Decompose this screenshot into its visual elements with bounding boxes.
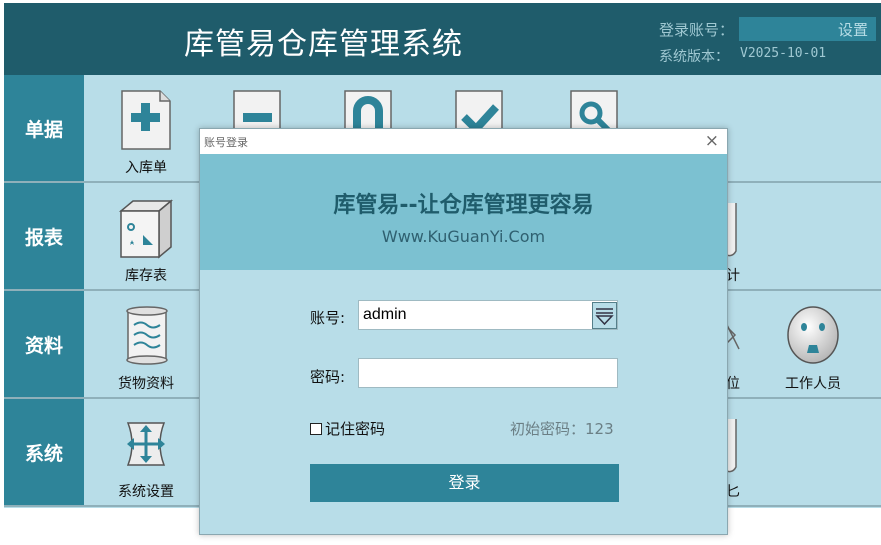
chevron-down-icon — [595, 308, 614, 326]
row-label-documents: 单据 — [4, 75, 84, 181]
tile-inventory-report[interactable]: 库存表 — [101, 187, 191, 287]
row-label-data: 资料 — [4, 291, 84, 397]
row-label-system: 系统 — [4, 399, 84, 505]
remember-password-checkbox[interactable]: 记住密码 — [310, 418, 385, 439]
tile-label: 入库单 — [125, 160, 167, 176]
remember-label: 记住密码 — [325, 420, 386, 438]
version-value: V2025-10-01 — [740, 46, 827, 61]
face-icon — [787, 306, 839, 364]
login-dialog: 账号登录 × 库管易--让仓库管理更容易 Www.KuGuanYi.Com 账号… — [199, 128, 728, 535]
initial-password-hint: 初始密码：123 — [510, 420, 614, 438]
tile-goods-data[interactable]: 货物资料 — [101, 295, 191, 395]
tile-label: 库存表 — [125, 268, 167, 284]
move-arrows-icon — [126, 422, 166, 466]
password-label: 密码: — [310, 368, 346, 386]
tile-staff[interactable]: 工作人员 — [768, 295, 858, 395]
app-window: 库管易仓库管理系统 登录账号： 设置 系统版本： V2025-10-01 单据 … — [0, 0, 881, 545]
close-icon[interactable]: × — [705, 131, 719, 151]
slogan: 库管易--让仓库管理更容易 — [333, 193, 594, 218]
version-label: 系统版本： — [659, 49, 729, 65]
tile-system-settings[interactable]: 系统设置 — [101, 403, 191, 503]
row-label-reports: 报表 — [4, 183, 84, 289]
password-input[interactable] — [358, 358, 618, 388]
scroll-icon — [126, 306, 168, 365]
dialog-title: 账号登录 — [204, 136, 248, 149]
app-title: 库管易仓库管理系统 — [184, 27, 463, 62]
account-label: 登录账号： — [659, 21, 735, 39]
settings-link[interactable]: 设置 — [838, 19, 868, 40]
plus-icon — [121, 90, 171, 150]
checkbox-square[interactable] — [310, 422, 322, 435]
account-label: 账号: — [310, 309, 346, 327]
account-input[interactable]: admin — [358, 300, 618, 330]
tile-label: 工作人员 — [785, 376, 841, 392]
tile-stock-in[interactable]: 入库单 — [101, 79, 191, 179]
tile-label: 货物资料 — [118, 376, 174, 392]
dialog-banner: 库管易--让仓库管理更容易 Www.KuGuanYi.Com — [200, 154, 727, 270]
login-button[interactable]: 登录 — [310, 464, 619, 502]
account-dropdown-button[interactable] — [592, 302, 617, 329]
account-field[interactable]: 设置 — [739, 17, 876, 41]
header-bar: 库管易仓库管理系统 登录账号： 设置 系统版本： V2025-10-01 — [4, 3, 881, 75]
website-text: Www.KuGuanYi.Com — [381, 227, 546, 246]
dialog-titlebar[interactable]: 账号登录 × — [200, 129, 727, 154]
box-icon — [118, 199, 174, 259]
tile-label: 系统设置 — [118, 484, 174, 500]
